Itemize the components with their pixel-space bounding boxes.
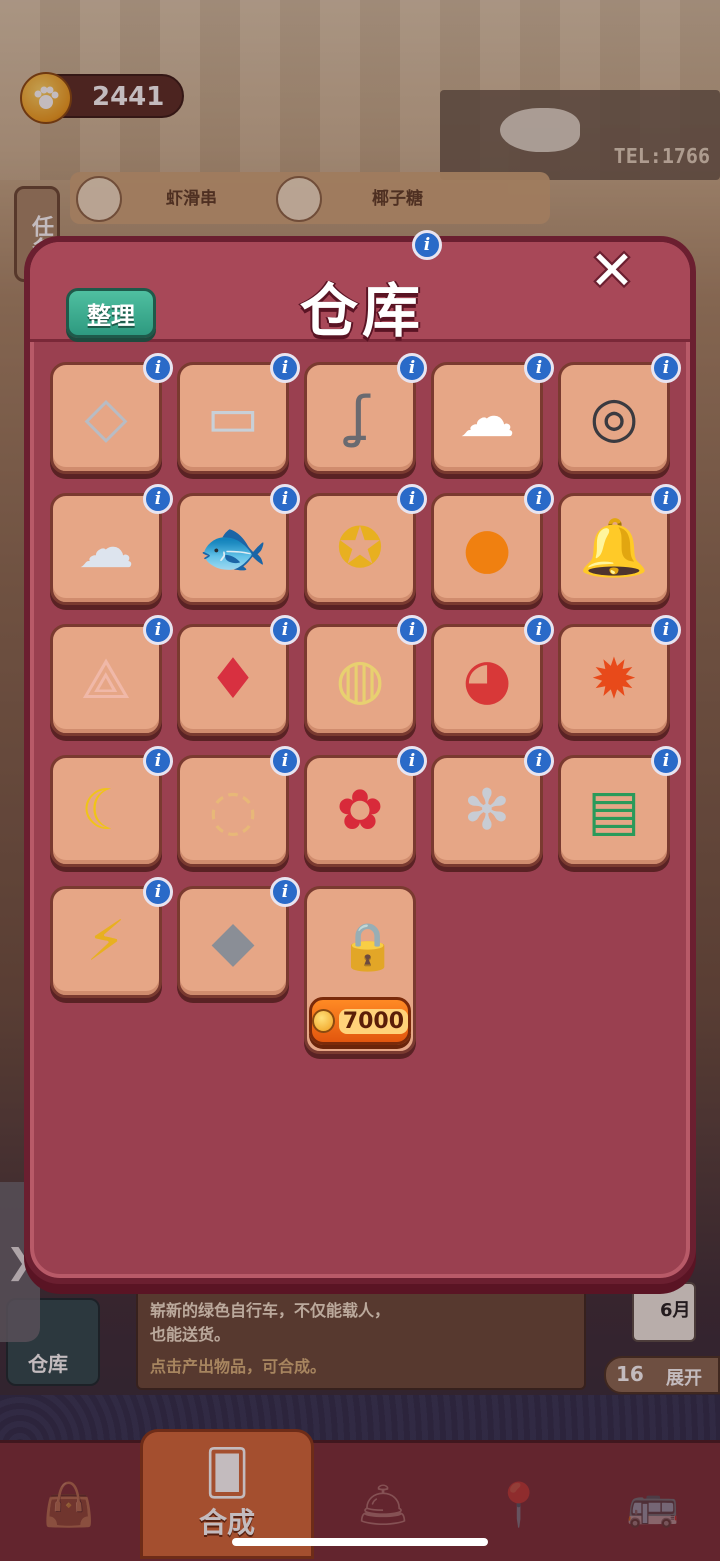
silver-scrap-icon: ☁ [78,516,134,581]
fish-plaque-icon: 🐟 [198,516,268,581]
metal-plate-icon: ◇ [84,385,128,450]
item-info-icon[interactable]: i [524,353,554,383]
warehouse-modal: 仓库 i 整理 ◇ i ▭ i ʆ i ☁ i ◎ i ☁ i 🐟 i ✪ i ● i 🔔 i ⟁ i ♦ i ◍ i ◕ i ✹ i ☾ i… [24,230,696,1284]
inventory-slot[interactable]: 🐟 i [177,484,300,605]
unlock-price: 7000 [338,1008,408,1034]
item-info-icon[interactable]: i [270,353,300,383]
item-info-icon[interactable]: i [143,484,173,514]
inventory-slot[interactable]: ⚡ i [50,877,173,998]
stone-blocks-icon: ◆ [211,909,255,974]
inventory-slot[interactable]: ⟁ i [50,615,173,736]
item-info-icon[interactable]: i [524,746,554,776]
item-info-icon[interactable]: i [651,484,681,514]
warehouse-info-icon[interactable]: i [412,230,442,260]
inventory-slot[interactable]: ♦ i [177,615,300,736]
inventory-slot[interactable]: ▤ i [558,746,681,867]
item-info-icon[interactable]: i [397,746,427,776]
item-info-icon[interactable]: i [143,615,173,645]
inventory-slot[interactable]: ☾ i [50,746,173,867]
item-info-icon[interactable]: i [651,746,681,776]
inventory-slot[interactable]: ◕ i [431,615,554,736]
close-icon[interactable]: ✕ [582,239,642,302]
glass-panes-icon: ▭ [206,385,260,450]
inventory-slot[interactable]: ✪ i [304,484,427,605]
energy-battery-icon: ⚡ [86,909,126,974]
tire-icon: ◎ [589,385,639,450]
padlock-icon: 🔒 [339,919,397,973]
unlock-slot-button[interactable]: 7000 [309,997,411,1045]
item-info-icon[interactable]: i [270,615,300,645]
inventory-slot[interactable]: ◇ i [50,353,173,474]
inventory-slot[interactable]: ◎ i [558,353,681,474]
item-info-icon[interactable]: i [397,484,427,514]
inventory-slot[interactable]: ● i [431,484,554,605]
locked-inventory-slot[interactable]: 🔒 7000 [304,886,416,1054]
paper-boat-icon: ⟁ [81,647,131,712]
gold-medal-icon: ✪ [336,516,384,581]
item-info-icon[interactable]: i [270,484,300,514]
inventory-slot[interactable]: ▭ i [177,353,300,474]
item-info-icon[interactable]: i [270,746,300,776]
lucky-bag-icon: ♦ [207,647,259,712]
stew-pot-icon: ◍ [335,647,385,712]
inventory-slot[interactable]: ✻ i [431,746,554,867]
item-info-icon[interactable]: i [143,353,173,383]
prayer-beads-icon: ◌ [208,778,258,843]
item-info-icon[interactable]: i [524,484,554,514]
sort-button[interactable]: 整理 [66,288,156,338]
paw-coin-icon [312,1009,335,1033]
item-info-icon[interactable]: i [397,353,427,383]
inventory-slot[interactable]: ◍ i [304,615,427,736]
inventory-slot[interactable]: ʆi [304,353,427,474]
inventory-slot[interactable]: 🔔 i [558,484,681,605]
calendar-tickets-icon: ▤ [587,778,641,843]
silver-gear-icon: ✻ [463,778,511,843]
metal-hook-icon: ʆ [350,385,370,450]
firecracker-bouquet-icon: ✿ [336,778,384,843]
inventory-slot[interactable]: ☁ i [431,353,554,474]
inventory-slot[interactable]: ☁ i [50,484,173,605]
home-indicator [232,1538,488,1546]
inventory-slot[interactable]: ✹ i [558,615,681,736]
wind-chime-icon: 🔔 [579,516,649,581]
crescent-moon-icon: ☾ [80,778,132,843]
item-info-icon[interactable]: i [524,615,554,645]
item-info-icon[interactable]: i [270,877,300,907]
warehouse-title: 仓库 [300,277,425,345]
item-info-icon[interactable]: i [651,615,681,645]
maple-wreath-icon: ✹ [590,647,638,712]
item-info-icon[interactable]: i [143,746,173,776]
chef-hat-icon: ☁ [459,385,515,450]
inventory-slot[interactable]: ◌ i [177,746,300,867]
inventory-slot[interactable]: ✿ i [304,746,427,867]
item-info-icon[interactable]: i [143,877,173,907]
item-info-icon[interactable]: i [397,615,427,645]
amber-stone-icon: ● [462,516,512,581]
item-info-icon[interactable]: i [651,353,681,383]
watermelon-slices-icon: ◕ [462,647,512,712]
inventory-slot[interactable]: ◆ i [177,877,300,998]
